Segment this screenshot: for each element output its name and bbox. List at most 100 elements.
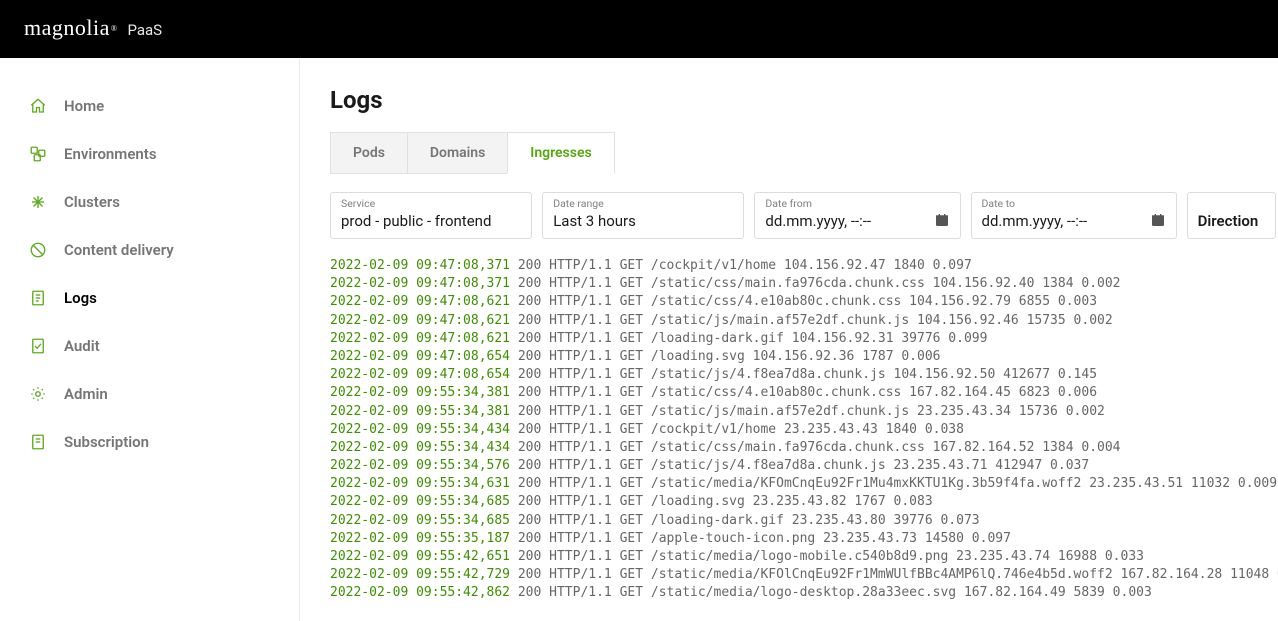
date-to-input[interactable]: Date to dd.mm.yyyy, --:-- [971, 192, 1177, 239]
calendar-icon[interactable] [934, 212, 950, 228]
log-output[interactable]: 2022-02-09 09:47:08,371 200 HTTP/1.1 GET… [330, 257, 1278, 603]
logs-icon [28, 288, 48, 308]
tab-label: Ingresses [530, 145, 591, 161]
brand-subtitle: PaaS [127, 21, 162, 39]
log-message: 200 HTTP/1.1 GET /static/media/KFOlCnqEu… [510, 567, 1278, 582]
log-message: 200 HTTP/1.1 GET /apple-touch-icon.png 2… [510, 531, 1011, 546]
sidebar-item-admin[interactable]: Admin [0, 370, 299, 418]
log-timestamp: 2022-02-09 09:55:42,729 [330, 567, 510, 582]
log-timestamp: 2022-02-09 09:47:08,621 [330, 313, 510, 328]
sidebar-item-subscription[interactable]: Subscription [0, 418, 299, 466]
log-message: 200 HTTP/1.1 GET /loading.svg 104.156.92… [510, 349, 940, 364]
log-timestamp: 2022-02-09 09:47:08,654 [330, 349, 510, 364]
log-message: 200 HTTP/1.1 GET /static/js/4.f8ea7d8a.c… [510, 458, 1089, 473]
brand-logo: magnolia® [24, 15, 117, 41]
log-line: 2022-02-09 09:47:08,371 200 HTTP/1.1 GET… [330, 257, 1278, 275]
sidebar-item-content-delivery[interactable]: Content delivery [0, 226, 299, 274]
field-label: Date range [553, 197, 733, 210]
tab-domains[interactable]: Domains [407, 132, 508, 174]
log-message: 200 HTTP/1.1 GET /static/css/main.fa976c… [510, 440, 1120, 455]
field-value: Last 3 hours [553, 212, 733, 230]
service-select[interactable]: Service prod - public - frontend [330, 192, 532, 239]
field-label: Service [341, 197, 521, 210]
log-line: 2022-02-09 09:47:08,621 200 HTTP/1.1 GET… [330, 312, 1278, 330]
log-timestamp: 2022-02-09 09:55:42,862 [330, 585, 510, 600]
log-timestamp: 2022-02-09 09:55:34,381 [330, 385, 510, 400]
main-content: Logs Pods Domains Ingresses Service prod… [300, 58, 1278, 621]
sidebar-item-clusters[interactable]: Clusters [0, 178, 299, 226]
brand: magnolia® PaaS [24, 15, 162, 41]
log-timestamp: 2022-02-09 09:55:34,631 [330, 476, 510, 491]
subscription-icon [28, 432, 48, 452]
field-value: Direction [1198, 212, 1257, 230]
log-timestamp: 2022-02-09 09:47:08,654 [330, 367, 510, 382]
log-message: 200 HTTP/1.1 GET /static/media/logo-mobi… [510, 549, 1144, 564]
calendar-icon[interactable] [1150, 212, 1166, 228]
log-timestamp: 2022-02-09 09:55:34,434 [330, 422, 510, 437]
log-message: 200 HTTP/1.1 GET /static/css/4.e10ab80c.… [510, 385, 1097, 400]
sidebar-item-label: Home [64, 97, 104, 115]
sidebar-item-label: Admin [64, 385, 108, 403]
sidebar-item-label: Content delivery [64, 241, 174, 259]
log-message: 200 HTTP/1.1 GET /static/js/4.f8ea7d8a.c… [510, 367, 1097, 382]
log-line: 2022-02-09 09:55:34,434 200 HTTP/1.1 GET… [330, 439, 1278, 457]
log-line: 2022-02-09 09:55:34,381 200 HTTP/1.1 GET… [330, 384, 1278, 402]
log-timestamp: 2022-02-09 09:55:34,381 [330, 404, 510, 419]
date-range-select[interactable]: Date range Last 3 hours [542, 192, 744, 239]
page-title: Logs [330, 86, 1278, 114]
brand-name: magnolia [24, 15, 110, 41]
tabs: Pods Domains Ingresses [330, 132, 1278, 174]
log-line: 2022-02-09 09:55:34,685 200 HTTP/1.1 GET… [330, 493, 1278, 511]
log-timestamp: 2022-02-09 09:55:34,685 [330, 513, 510, 528]
log-message: 200 HTTP/1.1 GET /static/js/main.af57e2d… [510, 404, 1105, 419]
log-message: 200 HTTP/1.1 GET /cockpit/v1/home 23.235… [510, 422, 964, 437]
topbar: magnolia® PaaS [0, 0, 1278, 58]
log-line: 2022-02-09 09:55:42,862 200 HTTP/1.1 GET… [330, 584, 1278, 602]
sidebar-item-label: Subscription [64, 433, 149, 451]
direction-select[interactable]: . Direction [1187, 192, 1276, 239]
field-value: dd.mm.yyyy, --:-- [765, 212, 949, 230]
sidebar-item-label: Audit [64, 337, 100, 355]
log-line: 2022-02-09 09:47:08,621 200 HTTP/1.1 GET… [330, 293, 1278, 311]
tab-pods[interactable]: Pods [330, 132, 408, 174]
date-from-input[interactable]: Date from dd.mm.yyyy, --:-- [754, 192, 960, 239]
log-line: 2022-02-09 09:55:34,434 200 HTTP/1.1 GET… [330, 421, 1278, 439]
log-line: 2022-02-09 09:55:34,685 200 HTTP/1.1 GET… [330, 512, 1278, 530]
field-value: prod - public - frontend [341, 212, 521, 230]
sidebar-item-environments[interactable]: Environments [0, 130, 299, 178]
log-line: 2022-02-09 09:55:34,576 200 HTTP/1.1 GET… [330, 457, 1278, 475]
log-timestamp: 2022-02-09 09:47:08,371 [330, 258, 510, 273]
log-message: 200 HTTP/1.1 GET /static/media/logo-desk… [510, 585, 1152, 600]
field-label: Date from [765, 197, 949, 210]
log-line: 2022-02-09 09:47:08,371 200 HTTP/1.1 GET… [330, 275, 1278, 293]
sidebar: Home Environments Clusters Content deliv… [0, 58, 300, 621]
gear-icon [28, 384, 48, 404]
log-message: 200 HTTP/1.1 GET /loading.svg 23.235.43.… [510, 494, 933, 509]
sidebar-item-logs[interactable]: Logs [0, 274, 299, 322]
log-line: 2022-02-09 09:47:08,621 200 HTTP/1.1 GET… [330, 330, 1278, 348]
home-icon [28, 96, 48, 116]
log-message: 200 HTTP/1.1 GET /static/media/KFOmCnqEu… [510, 476, 1277, 491]
tab-ingresses[interactable]: Ingresses [507, 132, 614, 174]
log-message: 200 HTTP/1.1 GET /static/css/main.fa976c… [510, 276, 1120, 291]
sidebar-item-home[interactable]: Home [0, 82, 299, 130]
log-line: 2022-02-09 09:55:42,651 200 HTTP/1.1 GET… [330, 548, 1278, 566]
log-message: 200 HTTP/1.1 GET /cockpit/v1/home 104.15… [510, 258, 972, 273]
sidebar-item-audit[interactable]: Audit [0, 322, 299, 370]
sidebar-item-label: Logs [64, 289, 97, 307]
log-line: 2022-02-09 09:55:42,729 200 HTTP/1.1 GET… [330, 566, 1278, 584]
log-timestamp: 2022-02-09 09:47:08,371 [330, 276, 510, 291]
log-message: 200 HTTP/1.1 GET /loading-dark.gif 104.1… [510, 331, 987, 346]
log-timestamp: 2022-02-09 09:47:08,621 [330, 294, 510, 309]
tab-label: Pods [353, 145, 385, 161]
log-message: 200 HTTP/1.1 GET /static/js/main.af57e2d… [510, 313, 1113, 328]
log-line: 2022-02-09 09:55:35,187 200 HTTP/1.1 GET… [330, 530, 1278, 548]
log-message: 200 HTTP/1.1 GET /static/css/4.e10ab80c.… [510, 294, 1097, 309]
log-line: 2022-02-09 09:47:08,654 200 HTTP/1.1 GET… [330, 348, 1278, 366]
environments-icon [28, 144, 48, 164]
field-value: dd.mm.yyyy, --:-- [982, 212, 1166, 230]
log-timestamp: 2022-02-09 09:47:08,621 [330, 331, 510, 346]
log-timestamp: 2022-02-09 09:55:34,576 [330, 458, 510, 473]
sidebar-item-label: Environments [64, 145, 157, 163]
log-line: 2022-02-09 09:47:08,654 200 HTTP/1.1 GET… [330, 366, 1278, 384]
